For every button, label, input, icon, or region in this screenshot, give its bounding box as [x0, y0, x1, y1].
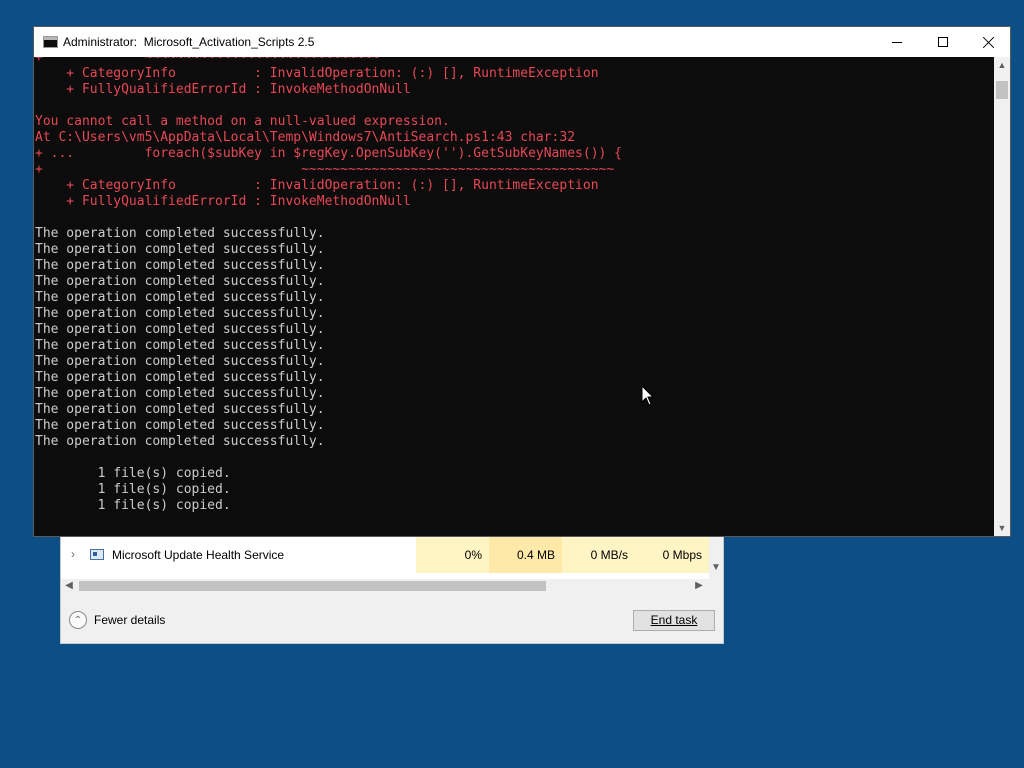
minimize-icon	[892, 41, 902, 43]
scroll-down-icon[interactable]: ▼	[709, 561, 723, 575]
console-line: + CategoryInfo : InvalidOperation: (:) […	[35, 178, 599, 193]
mouse-cursor-icon	[641, 385, 655, 406]
console-line: The operation completed successfully.	[35, 258, 325, 273]
console-line: The operation completed successfully.	[35, 434, 325, 449]
maximize-button[interactable]	[920, 27, 966, 57]
disk-cell: 0 MB/s	[562, 537, 635, 573]
console-icon[interactable]	[43, 36, 58, 48]
console-scroll-thumb[interactable]	[996, 81, 1008, 99]
chevron-up-circle-icon: ⌃	[69, 611, 87, 629]
console-line: 1 file(s) copied.	[35, 482, 231, 497]
fewer-details-label: Fewer details	[94, 613, 166, 627]
console-line: The operation completed successfully.	[35, 402, 325, 417]
console-line: 1 file(s) copied.	[35, 466, 231, 481]
minimize-button[interactable]	[874, 27, 920, 57]
console-line: The operation completed successfully.	[35, 322, 325, 337]
console-line: + ... foreach($subKey in $regKey.OpenSub…	[35, 146, 622, 161]
service-icon	[90, 549, 104, 560]
process-name: Microsoft Update Health Service	[112, 548, 285, 562]
console-window: Administrator: Microsoft_Activation_Scri…	[33, 26, 1011, 537]
close-button[interactable]	[965, 27, 1011, 57]
vertical-scrollbar[interactable]: ▼	[709, 537, 723, 579]
console-line: The operation completed successfully.	[35, 386, 325, 401]
horizontal-scrollbar[interactable]: ◀ ▶	[61, 579, 723, 593]
console-scrollbar[interactable]: ▲ ▼	[994, 57, 1010, 536]
process-row[interactable]: › Microsoft Update Health Service 0% 0.4…	[61, 537, 709, 573]
network-cell: 0 Mbps	[635, 537, 709, 573]
console-line: + ~~~~~~~~~~~~~~~~~~~~~~~~~~~~~~	[35, 57, 380, 65]
console-line: You cannot call a method on a null-value…	[35, 114, 450, 129]
console-line: + FullyQualifiedErrorId : InvokeMethodOn…	[35, 194, 411, 209]
console-line: 1 file(s) copied.	[35, 498, 231, 513]
console-line: The operation completed successfully.	[35, 242, 325, 257]
horizontal-scroll-thumb[interactable]	[79, 581, 546, 591]
task-manager-footer: ⌃ Fewer details End task	[61, 599, 723, 643]
console-line: The operation completed successfully.	[35, 338, 325, 353]
console-line: At C:\Users\vm5\AppData\Local\Temp\Windo…	[35, 130, 576, 145]
console-line: + CategoryInfo : InvalidOperation: (:) […	[35, 66, 599, 81]
console-line: The operation completed successfully.	[35, 354, 325, 369]
close-icon	[982, 36, 995, 49]
console-output[interactable]: + ~~~~~~~~~~~~~~~~~~~~~~~~~~~~~~ + Categ…	[34, 57, 995, 536]
scroll-left-icon[interactable]: ◀	[61, 579, 77, 593]
window-title: Administrator: Microsoft_Activation_Scri…	[63, 35, 315, 49]
console-line: The operation completed successfully.	[35, 274, 325, 289]
cpu-cell: 0%	[416, 537, 489, 573]
console-line: The operation completed successfully.	[35, 418, 325, 433]
console-line: The operation completed successfully.	[35, 290, 325, 305]
console-line: + ~~~~~~~~~~~~~~~~~~~~~~~~~~~~~~~~~~~~~~…	[35, 162, 615, 177]
console-line: The operation completed successfully.	[35, 226, 325, 241]
console-line: The operation completed successfully.	[35, 306, 325, 321]
title-bar[interactable]: Administrator: Microsoft_Activation_Scri…	[34, 27, 1010, 57]
console-line: + FullyQualifiedErrorId : InvokeMethodOn…	[35, 82, 411, 97]
memory-cell: 0.4 MB	[489, 537, 562, 573]
scroll-down-icon[interactable]: ▼	[994, 520, 1010, 536]
end-task-button[interactable]: End task	[633, 610, 715, 631]
console-line: The operation completed successfully.	[35, 370, 325, 385]
scroll-right-icon[interactable]: ▶	[691, 579, 707, 593]
maximize-icon	[938, 37, 948, 47]
scroll-up-icon[interactable]: ▲	[994, 57, 1010, 73]
chevron-right-icon[interactable]: ›	[67, 548, 79, 560]
fewer-details-button[interactable]: ⌃ Fewer details	[69, 610, 165, 630]
